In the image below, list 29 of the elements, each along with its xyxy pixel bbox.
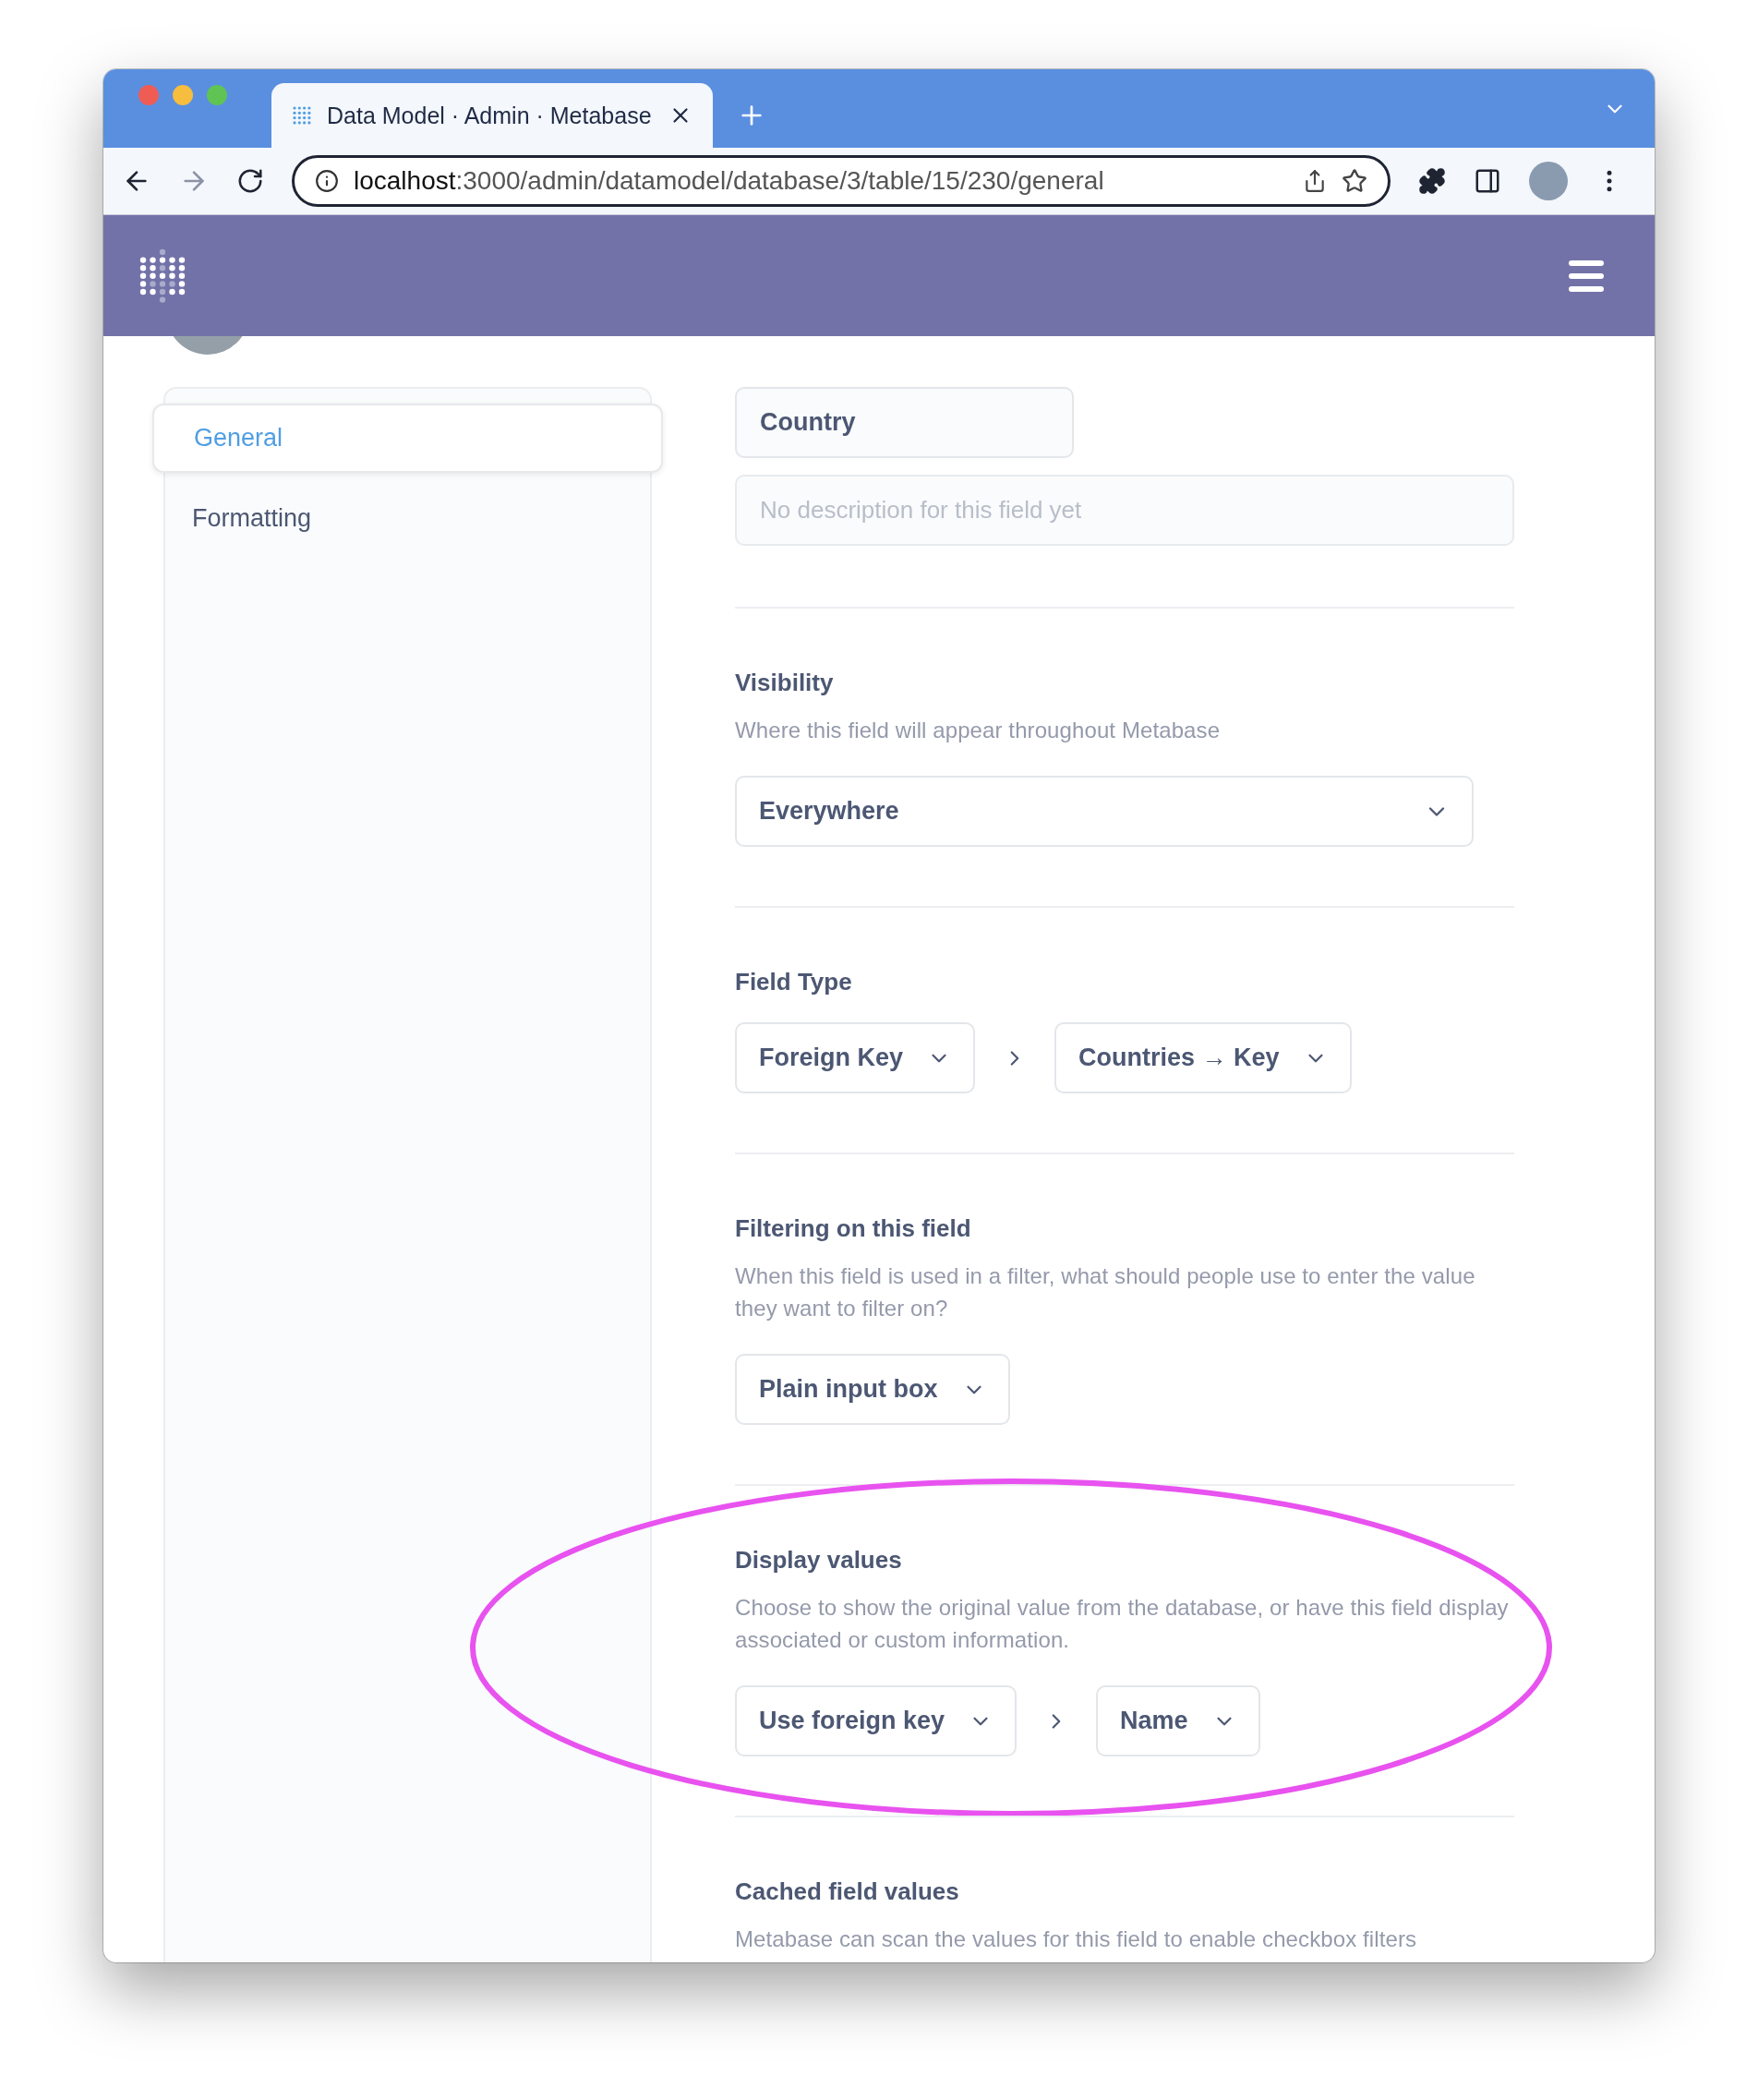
browser-tab[interactable]: Data Model · Admin · Metabase [271, 83, 713, 148]
dropdown-select[interactable]: Everywhere [735, 776, 1474, 847]
dropdown-select[interactable]: Countries → Key [1054, 1022, 1352, 1093]
dropdown-select[interactable]: Foreign Key [735, 1022, 976, 1093]
info-icon[interactable] [315, 169, 339, 193]
reload-icon[interactable] [236, 167, 264, 195]
section-description: Metabase can scan the values for this field to enable checkbox filters [735, 1925, 1418, 1953]
section-title: Display values [735, 1546, 903, 1575]
field-name-input[interactable]: Country [735, 387, 1074, 458]
section-description: When this field is used in a filter, what should people use to enter the value they want to filter on? [735, 1262, 1476, 1322]
dropdown-select[interactable]: Name [1096, 1685, 1260, 1756]
sidebar-item[interactable]: Formatting [152, 484, 663, 553]
profile-avatar[interactable] [1529, 162, 1568, 200]
section-title: Filtering on this field [735, 1214, 972, 1243]
section-description: Where this field will appear throughout Metabase [735, 717, 1222, 744]
section-title: Field Type [735, 968, 853, 996]
section-title: Visibility [735, 669, 835, 697]
tab-title: Data Model · Admin · Metabase [327, 102, 653, 129]
address-bar[interactable]: localhost:3000/admin/datamodel/database/3/table/15/230/general [292, 155, 1391, 207]
favicon-icon [292, 105, 312, 126]
share-icon[interactable] [1303, 169, 1327, 193]
side-panel-icon[interactable] [1474, 167, 1501, 195]
dropdown-select[interactable]: Plain input box [735, 1354, 1010, 1425]
section-title: Cached field values [735, 1877, 960, 1906]
extensions-icon[interactable] [1418, 167, 1446, 195]
logo-icon[interactable] [138, 247, 187, 305]
section-description: Choose to show the original value from the database, or have this field display associated or custom information. [735, 1594, 1510, 1654]
dropdown-select[interactable]: Use foreign key [735, 1685, 1017, 1756]
bookmark-star-icon[interactable] [1342, 168, 1367, 194]
